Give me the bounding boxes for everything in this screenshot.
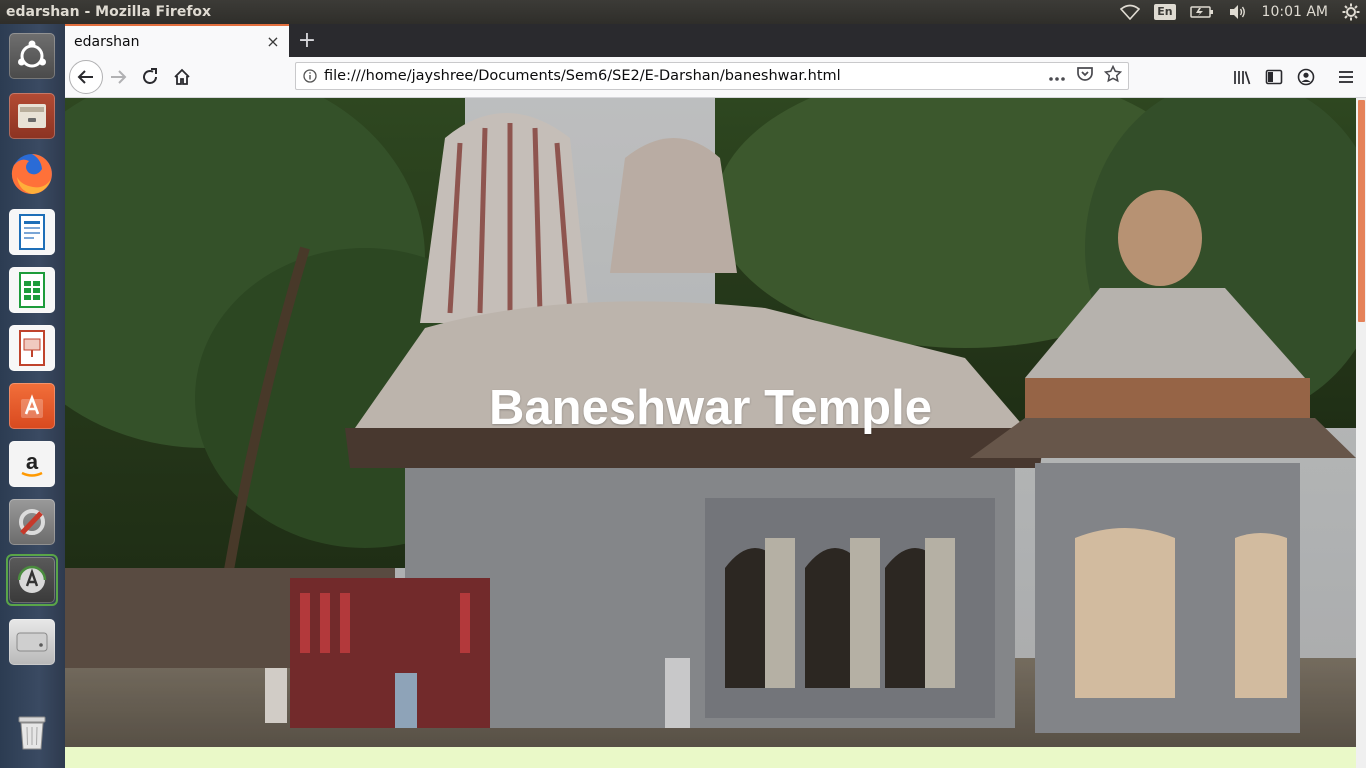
url-bar[interactable]: file:///home/jayshree/Documents/Sem6/SE2… [295, 62, 1129, 90]
tab-strip: edarshan × + [65, 24, 1366, 57]
settings-launcher[interactable] [6, 496, 58, 548]
firefox-icon [9, 151, 55, 197]
software-launcher[interactable] [6, 380, 58, 432]
sidebar-icon [1265, 69, 1283, 85]
disk-launcher[interactable] [6, 616, 58, 668]
launcher: a [0, 24, 66, 768]
arrow-right-icon [111, 70, 127, 84]
spreadsheet-calc-icon [9, 267, 55, 313]
hero-title: Baneshwar Temple [489, 381, 932, 435]
presentation-impress-icon [9, 325, 55, 371]
pocket-icon[interactable] [1076, 65, 1094, 87]
svg-text:a: a [26, 449, 39, 474]
hamburger-menu-icon [1339, 71, 1353, 83]
url-text[interactable]: file:///home/jayshree/Documents/Sem6/SE2… [324, 68, 1048, 84]
file-cabinet-icon [9, 93, 55, 139]
reload-button[interactable] [135, 62, 165, 92]
account-icon [1297, 68, 1315, 86]
wrench-settings-icon [9, 499, 55, 545]
account-button[interactable] [1291, 62, 1321, 92]
new-tab-button[interactable]: + [295, 28, 319, 53]
library-button[interactable] [1227, 62, 1257, 92]
tab-edarshan[interactable]: edarshan × [65, 24, 289, 57]
back-button[interactable] [69, 60, 103, 94]
bookmark-star-icon[interactable] [1103, 64, 1123, 87]
clock[interactable]: 10:01 AM [1262, 4, 1328, 20]
page-content: Baneshwar Temple [65, 98, 1366, 768]
volume-icon[interactable] [1228, 4, 1248, 20]
impress-launcher[interactable] [6, 322, 58, 374]
top-panel: edarshan - Mozilla Firefox En 10:01 AM [0, 0, 1366, 24]
reload-icon [143, 68, 157, 84]
scrollbar[interactable] [1356, 98, 1366, 768]
menu-button[interactable] [1331, 62, 1361, 92]
indicator-area: En 10:01 AM [1120, 0, 1360, 24]
software-updater-icon [9, 557, 55, 603]
battery-icon[interactable] [1189, 5, 1214, 19]
sidebar-button[interactable] [1259, 62, 1289, 92]
files-launcher[interactable] [6, 90, 58, 142]
close-icon[interactable]: × [263, 32, 283, 52]
trash-icon [9, 709, 55, 755]
calc-launcher[interactable] [6, 264, 58, 316]
amazon-launcher[interactable]: a [6, 438, 58, 490]
amazon-icon: a [9, 441, 55, 487]
forward-button[interactable] [103, 62, 133, 92]
updater-launcher[interactable] [6, 554, 58, 606]
tab-title: edarshan [74, 33, 140, 50]
document-writer-icon [9, 209, 55, 255]
library-icon [1234, 71, 1251, 85]
home-icon [174, 68, 190, 85]
info-icon[interactable] [296, 69, 324, 83]
wifi-icon[interactable] [1120, 4, 1141, 20]
settings-gear-icon[interactable] [1342, 3, 1360, 21]
scrollbar-thumb[interactable] [1358, 100, 1365, 322]
window-title: edarshan - Mozilla Firefox [6, 4, 212, 20]
firefox-launcher[interactable] [6, 148, 58, 200]
ubuntu-dash-button[interactable] [6, 30, 58, 82]
arrow-left-icon [77, 70, 93, 84]
home-button[interactable] [167, 62, 197, 92]
hard-disk-icon [9, 619, 55, 665]
hero-banner: Baneshwar Temple [65, 98, 1356, 747]
trash-launcher[interactable] [6, 706, 58, 758]
ubuntu-logo-icon [9, 33, 55, 79]
keyboard-icon[interactable]: En [1154, 4, 1176, 20]
navigation-toolbar: file:///home/jayshree/Documents/Sem6/SE2… [65, 57, 1366, 98]
page-actions-icon[interactable] [1048, 67, 1066, 86]
writer-launcher[interactable] [6, 206, 58, 258]
shopping-bag-icon [9, 383, 55, 429]
